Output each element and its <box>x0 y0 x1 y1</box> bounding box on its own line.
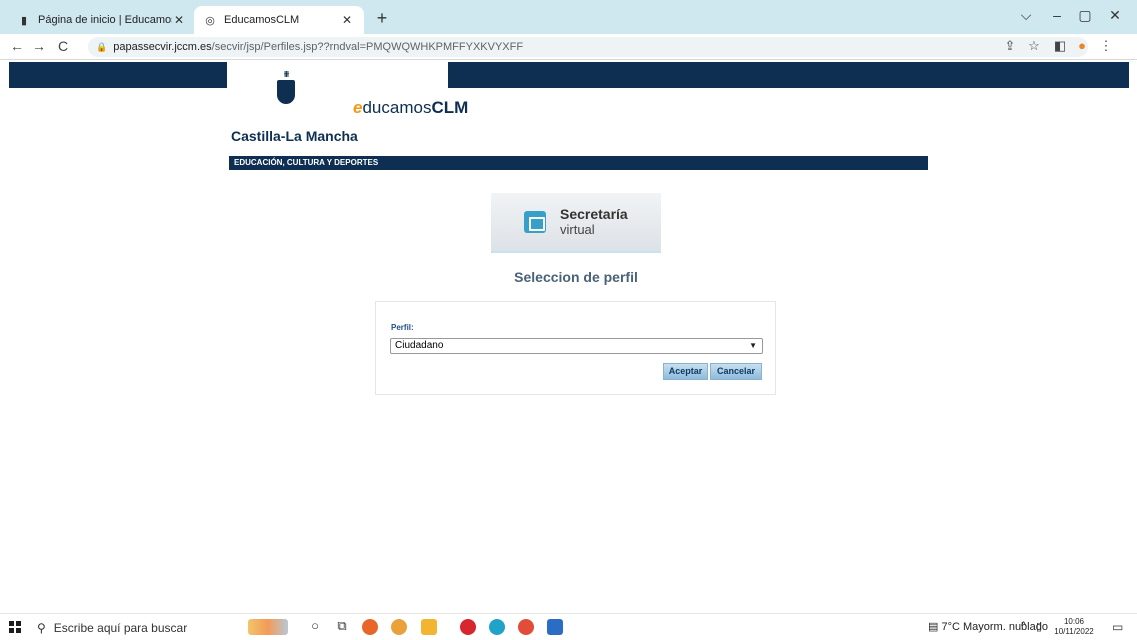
weather-widget[interactable]: ▤ 7°C Mayorm. nublado <box>928 620 1048 633</box>
tab-label: Página de inicio | EducamosCLM <box>38 14 172 26</box>
web-page: ᵼᵼᵼ educamosCLM Castilla-La Mancha EDUCA… <box>0 60 1137 613</box>
taskbar-thumbnail-icon[interactable] <box>248 619 288 635</box>
reload-button[interactable]: C <box>54 38 72 54</box>
taskbar-search[interactable]: ⚲ Escribe aquí para buscar <box>27 616 231 639</box>
maximize-button[interactable]: ▢ <box>1075 7 1095 24</box>
url-host: papassecvir.jccm.es <box>113 41 212 53</box>
profile-form: Perfil: Ciudadano ▼ Aceptar Cancelar <box>375 301 776 395</box>
logo-box: ᵼᵼᵼ educamosCLM Castilla-La Mancha <box>227 60 468 153</box>
secretaria-virtual-banner: Secretaría virtual <box>491 193 661 253</box>
extension-icon[interactable]: ● <box>1074 38 1090 53</box>
search-icon: ⚲ <box>37 620 46 635</box>
firefox-icon[interactable] <box>362 619 378 635</box>
tab-label: EducamosCLM <box>224 14 300 26</box>
cortana-icon[interactable]: ○ <box>306 618 324 633</box>
opera-icon[interactable] <box>460 619 476 635</box>
network-icon[interactable]: ▯ <box>1036 620 1042 633</box>
edge-icon[interactable] <box>489 619 505 635</box>
page-favicon-icon: ▮ <box>20 14 28 27</box>
menu-icon[interactable]: ⋮ <box>1098 38 1114 54</box>
windows-taskbar: ⚲ Escribe aquí para buscar ○ ⧉ ▤ 7°C May… <box>0 613 1137 640</box>
forward-button[interactable]: → <box>30 38 48 54</box>
browser-tab-strip: ▮ Página de inicio | EducamosCLM ✕ ◎ Edu… <box>0 0 1137 34</box>
close-tab-icon[interactable]: ✕ <box>340 13 354 27</box>
perfil-selected-value: Ciudadano <box>395 340 444 351</box>
clock[interactable]: 10:06 10/11/2022 <box>1049 617 1099 637</box>
clock-time: 10:06 <box>1063 617 1085 626</box>
star-icon[interactable]: ☆ <box>1026 38 1042 54</box>
close-window-button[interactable]: ✕ <box>1105 7 1125 24</box>
accept-button[interactable]: Aceptar <box>663 363 708 380</box>
chrome-icon[interactable] <box>518 619 534 635</box>
secretaria-icon <box>524 211 546 233</box>
sidebar-icon[interactable]: ◧ <box>1052 38 1068 54</box>
back-button[interactable]: ← <box>8 38 26 54</box>
windows-start-icon[interactable] <box>9 621 21 633</box>
secretaria-title: Secretaría <box>560 206 628 222</box>
educamosclm-logo: educamosCLM <box>353 98 469 117</box>
taskbar-search-placeholder: Escribe aquí para buscar <box>53 620 188 635</box>
weather-text: 7°C Mayorm. nublado <box>941 621 1048 633</box>
chevron-up-icon[interactable]: ^ <box>1021 620 1026 632</box>
chevron-down-icon: ▼ <box>749 341 757 350</box>
perfil-label: Perfil: <box>391 323 414 332</box>
word-icon[interactable] <box>547 619 563 635</box>
notification-icon[interactable]: ▭ <box>1112 620 1123 634</box>
clock-date: 10/11/2022 <box>1054 627 1094 636</box>
tab-educamosclm[interactable]: ◎ EducamosCLM ✕ <box>194 6 364 34</box>
page-title: Seleccion de perfil <box>514 269 638 285</box>
region-name: Castilla-La Mancha <box>231 128 358 144</box>
secretaria-subtitle: virtual <box>560 222 595 237</box>
chrome-icon[interactable] <box>391 619 407 635</box>
task-view-icon[interactable]: ⧉ <box>333 618 351 634</box>
perfil-select[interactable]: Ciudadano ▼ <box>390 338 763 354</box>
new-tab-button[interactable]: + <box>372 8 392 29</box>
files-icon[interactable] <box>421 619 437 635</box>
tab-search-button[interactable]: ⌵ <box>1016 7 1036 24</box>
globe-icon: ◎ <box>205 14 215 27</box>
minimize-button[interactable]: – <box>1047 7 1067 23</box>
url-path: /secvir/jsp/Perfiles.jsp??rndval=PMQWQWH… <box>211 41 524 53</box>
weather-icon: ▤ <box>928 621 939 633</box>
browser-toolbar: ← → C 🔒 papassecvir.jccm.es /secvir/jsp/… <box>0 34 1137 60</box>
close-tab-icon[interactable]: ✕ <box>172 13 186 27</box>
header-band <box>9 62 1129 88</box>
crest-icon: ᵼᵼᵼ <box>275 68 297 106</box>
cancel-button[interactable]: Cancelar <box>710 363 762 380</box>
lock-icon[interactable]: 🔒 <box>96 42 107 53</box>
tab-pagina-inicio[interactable]: ▮ Página de inicio | EducamosCLM ✕ <box>8 6 196 34</box>
address-bar[interactable]: 🔒 papassecvir.jccm.es /secvir/jsp/Perfil… <box>88 37 1088 57</box>
department-bar: EDUCACIÓN, CULTURA Y DEPORTES <box>229 156 928 170</box>
share-icon[interactable]: ⇪ <box>1002 38 1018 54</box>
